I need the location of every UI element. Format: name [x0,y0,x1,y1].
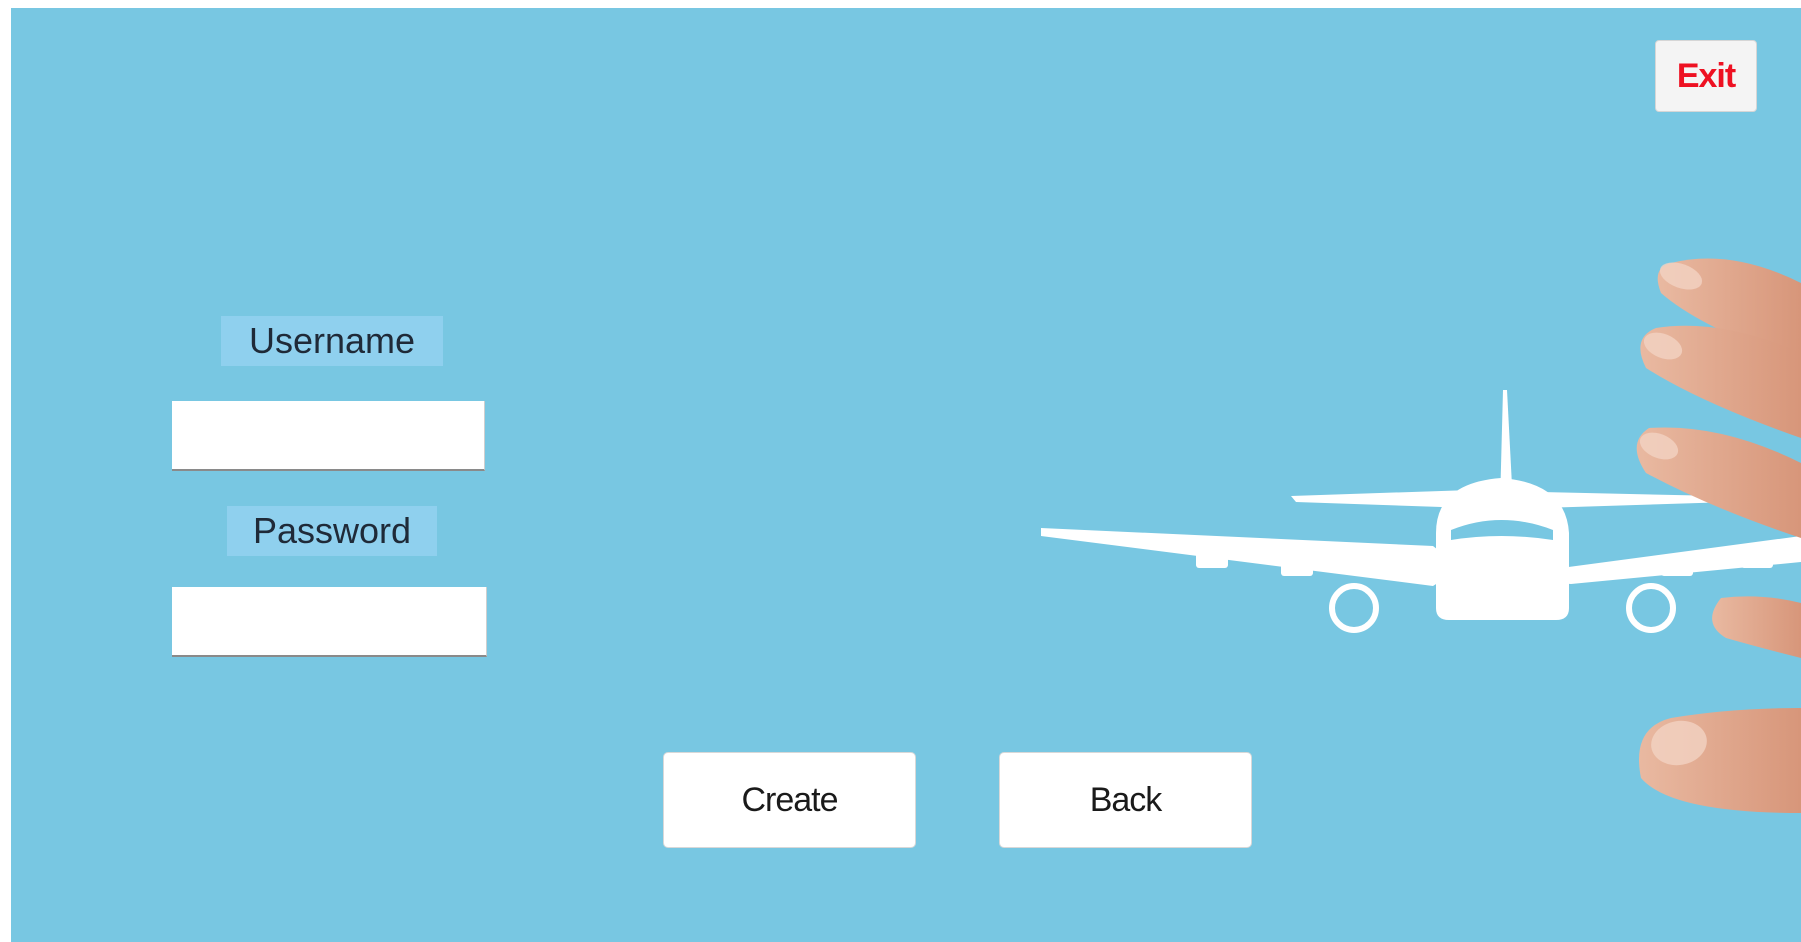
login-window: Exit Username Password Create Back [11,8,1801,942]
username-label: Username [221,316,443,366]
password-label: Password [227,506,437,556]
exit-button[interactable]: Exit [1655,40,1757,112]
password-input[interactable] [172,587,487,657]
username-input[interactable] [172,401,485,471]
back-button[interactable]: Back [999,752,1252,848]
hand-image [1636,258,1801,813]
create-button[interactable]: Create [663,752,916,848]
